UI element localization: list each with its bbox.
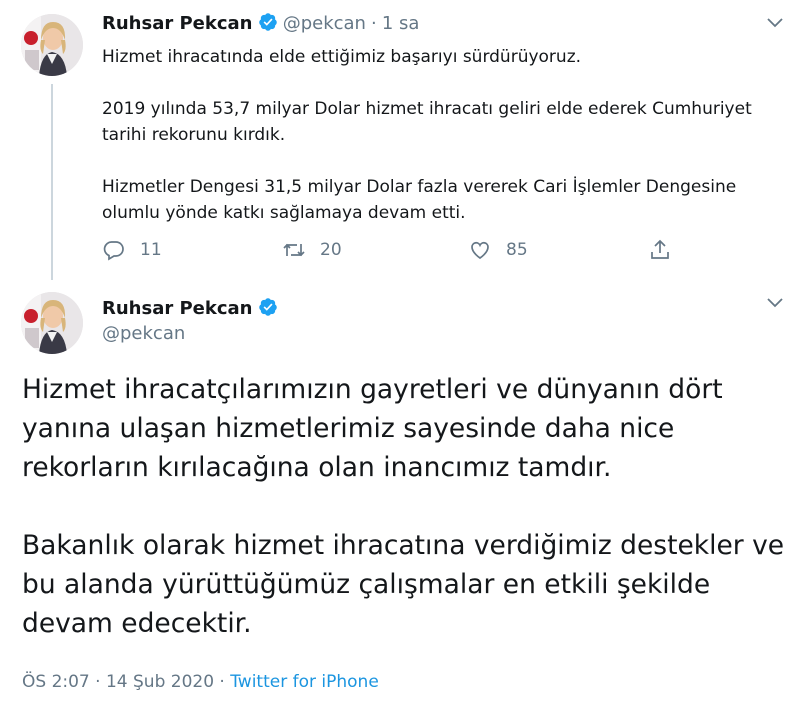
tweet-paragraph: Hizmet ihracatında elde ettiğimiz başarı…: [102, 47, 582, 67]
reply-button[interactable]: 11: [102, 234, 162, 266]
tweet-paragraph: Hizmetler Dengesi 31,5 milyar Dolar fazl…: [102, 177, 737, 223]
tweet-header: Ruhsar Pekcan: [102, 297, 278, 319]
tweet-meta: ÖS 2:07 · 14 Şub 2020 · Twitter for iPho…: [22, 672, 379, 692]
author-name[interactable]: Ruhsar Pekcan: [102, 298, 253, 319]
author-handle[interactable]: @pekcan: [102, 323, 185, 344]
author-handle[interactable]: @pekcan: [283, 13, 366, 34]
reply-icon: [103, 241, 124, 261]
tweet-header: Ruhsar Pekcan @pekcan · 1 sa: [102, 12, 419, 34]
tweet-actions: 11 20 85: [102, 234, 682, 266]
reply-count: 11: [140, 240, 162, 260]
thread-line: [51, 84, 53, 280]
tweet-timestamp[interactable]: ÖS 2:07 · 14 Şub 2020 ·: [22, 672, 230, 692]
chevron-down-icon[interactable]: [766, 297, 784, 309]
retweet-count: 20: [320, 240, 342, 260]
verified-badge-icon: [258, 298, 277, 316]
tweet-time[interactable]: 1 sa: [382, 13, 420, 34]
tweet-paragraph: 2019 yılında 53,7 milyar Dolar hizmet ih…: [102, 99, 752, 145]
retweet-button[interactable]: 20: [282, 234, 342, 266]
like-icon: [471, 241, 489, 260]
chevron-down-icon[interactable]: [766, 17, 784, 29]
retweet-icon: [283, 243, 305, 257]
tweet-paragraph: Hizmet ihracatçılarımızın gayretleri ve …: [22, 374, 723, 483]
separator: ·: [371, 13, 377, 34]
verified-badge-icon: [258, 13, 277, 31]
avatar[interactable]: [21, 14, 83, 76]
share-icon: [651, 239, 669, 259]
share-button[interactable]: [648, 234, 672, 266]
tweet-text: Hizmet ihracatçılarımızın gayretleri ve …: [22, 370, 792, 643]
author-name[interactable]: Ruhsar Pekcan: [102, 13, 253, 34]
tweet-text: Hizmet ihracatında elde ettiğimiz başarı…: [102, 44, 782, 226]
avatar[interactable]: [21, 292, 83, 354]
like-button[interactable]: 85: [468, 234, 528, 266]
tweet-source-link[interactable]: Twitter for iPhone: [230, 672, 379, 692]
tweet-paragraph: Bakanlık olarak hizmet ihracatına verdiğ…: [22, 530, 785, 639]
like-count: 85: [506, 240, 528, 260]
